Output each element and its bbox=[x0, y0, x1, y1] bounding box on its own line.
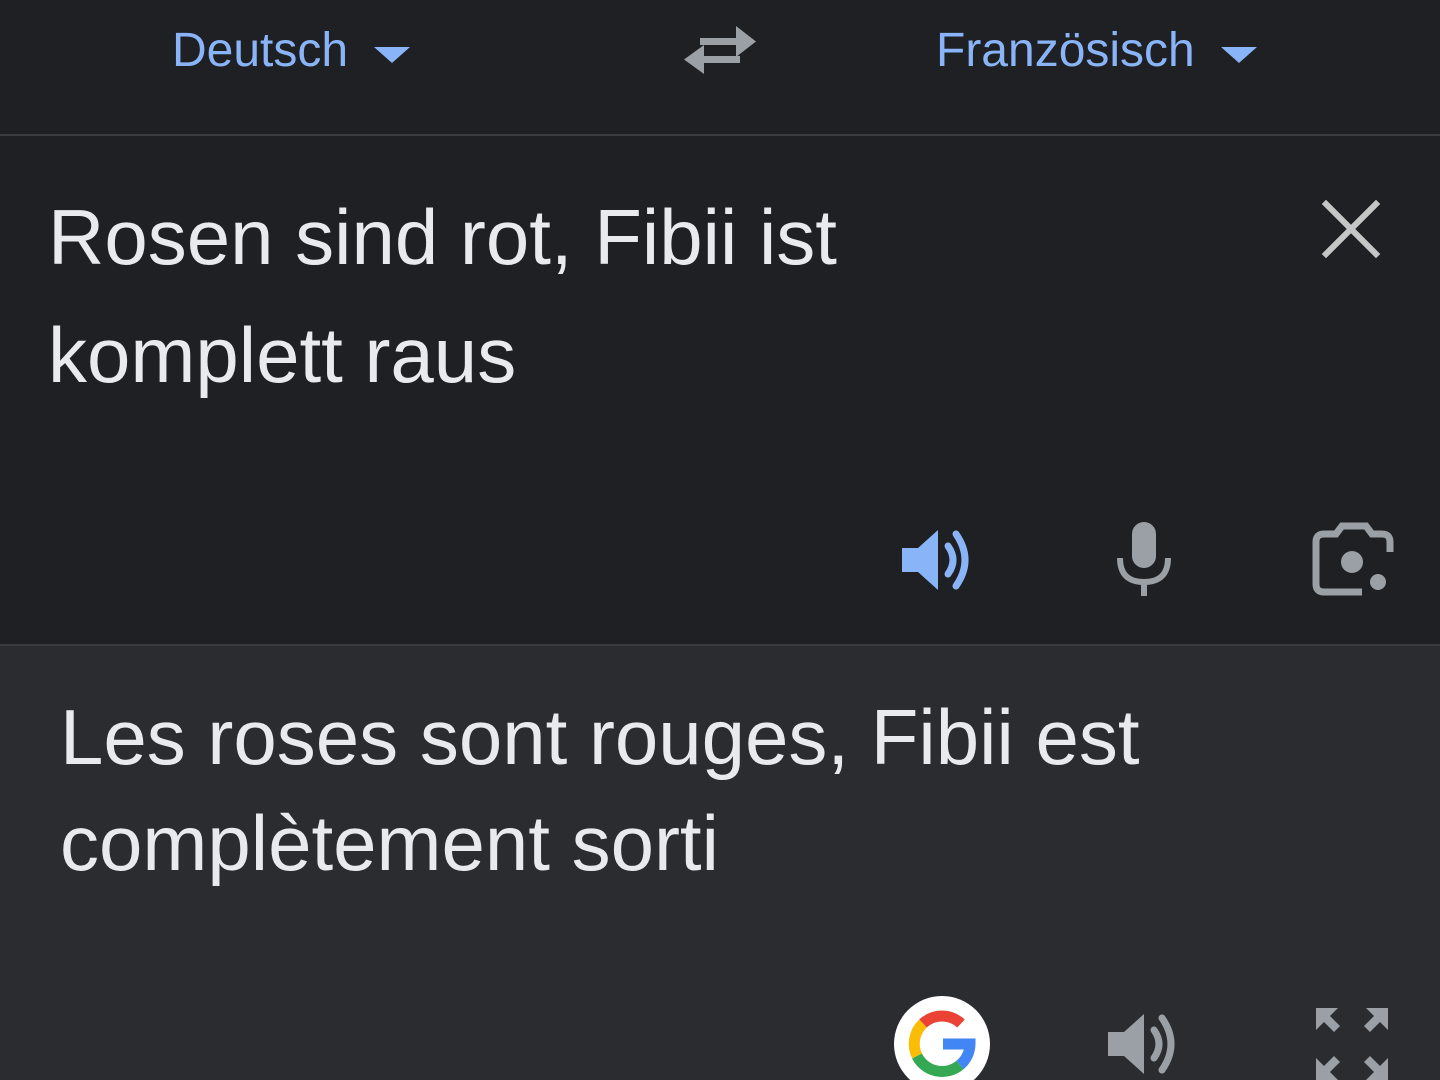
swap-icon bbox=[684, 26, 756, 74]
source-language-label: Deutsch bbox=[172, 23, 349, 77]
chevron-down-icon bbox=[1220, 47, 1257, 63]
fullscreen-icon bbox=[1316, 1008, 1388, 1080]
speaker-icon bbox=[1108, 1014, 1175, 1074]
language-bar: Deutsch Französisch bbox=[0, 0, 1440, 136]
target-language-label: Französisch bbox=[936, 23, 1195, 77]
target-language-selector[interactable]: Französisch bbox=[936, 18, 1257, 82]
translate-app: Deutsch Französisch Rosen sind rot, Fibi… bbox=[0, 0, 1440, 1080]
speaker-icon bbox=[902, 530, 969, 590]
source-speaker-button[interactable] bbox=[898, 518, 982, 602]
google-logo-icon bbox=[908, 1010, 976, 1077]
camera-icon bbox=[1312, 522, 1394, 596]
source-text-input[interactable]: Rosen sind rot, Fibii ist komplett raus bbox=[48, 178, 1248, 414]
microphone-button[interactable] bbox=[1102, 518, 1186, 602]
clear-text-button[interactable] bbox=[1318, 196, 1384, 262]
translation-speaker-button[interactable] bbox=[1104, 1002, 1188, 1080]
translation-panel: Les roses sont rouges, Fibii est complèt… bbox=[0, 644, 1440, 1080]
close-icon bbox=[1321, 199, 1381, 259]
source-panel: Rosen sind rot, Fibii ist komplett raus bbox=[0, 138, 1440, 644]
swap-languages-button[interactable] bbox=[680, 18, 760, 82]
source-language-selector[interactable]: Deutsch bbox=[172, 18, 411, 82]
fullscreen-button[interactable] bbox=[1310, 1002, 1394, 1080]
chevron-down-icon bbox=[374, 47, 411, 63]
microphone-icon bbox=[1117, 522, 1171, 596]
camera-button[interactable] bbox=[1312, 518, 1396, 602]
google-button[interactable] bbox=[894, 996, 990, 1080]
translation-text: Les roses sont rouges, Fibii est complèt… bbox=[60, 693, 1140, 887]
